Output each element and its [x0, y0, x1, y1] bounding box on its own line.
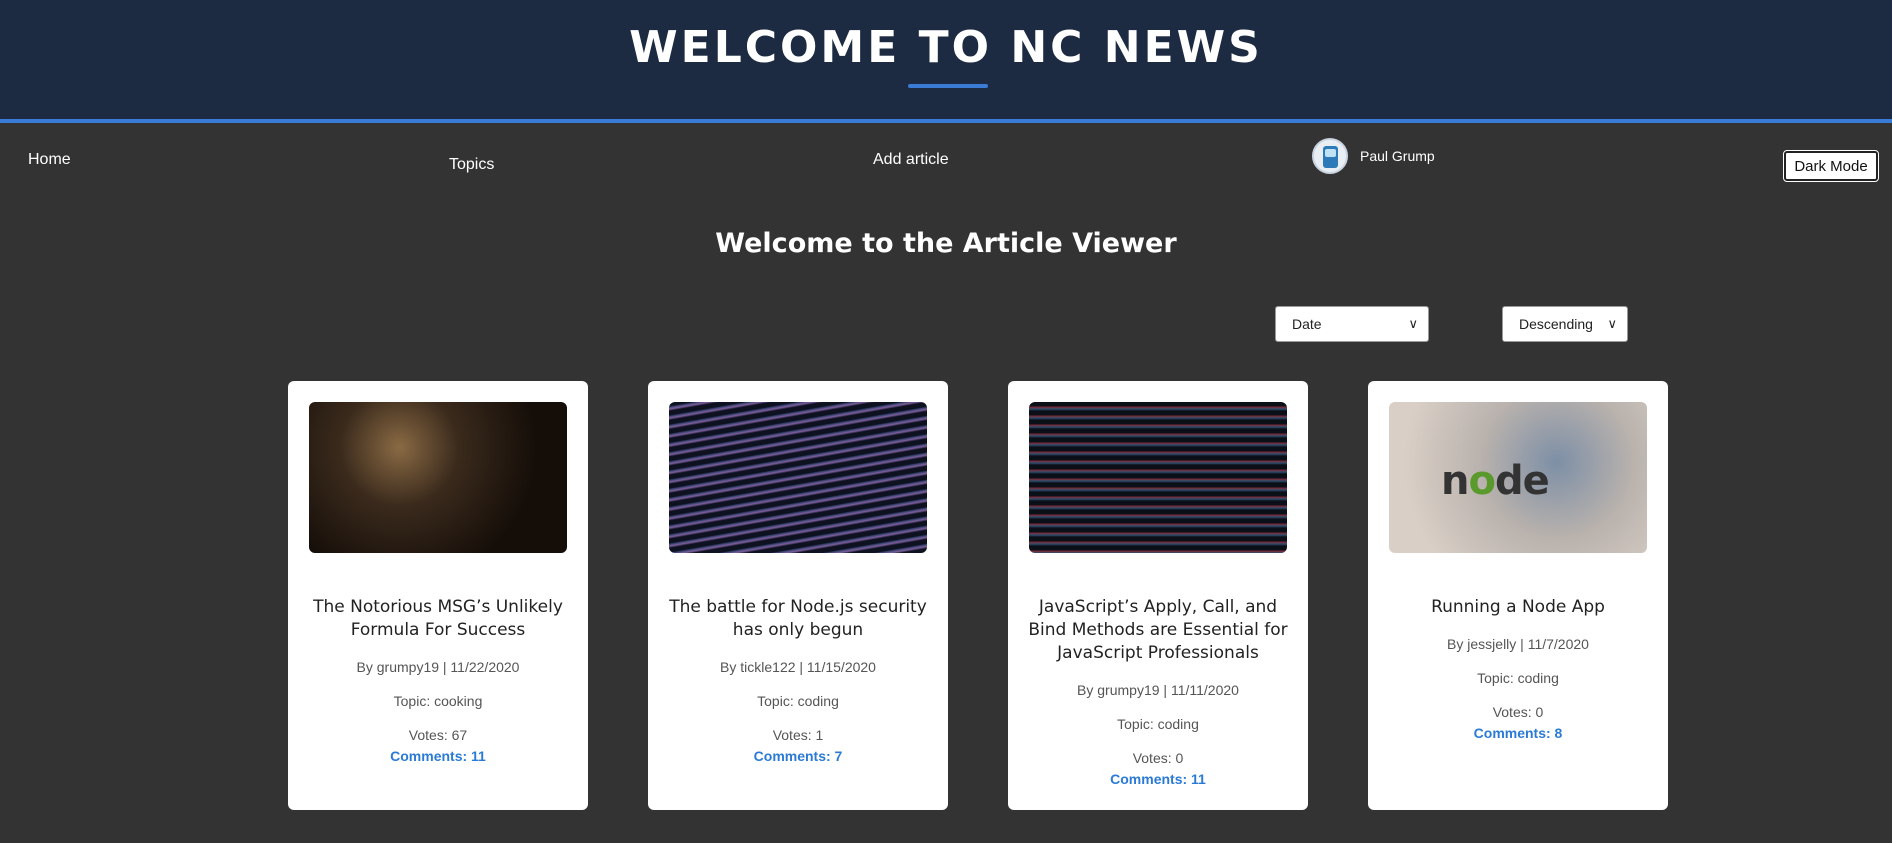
article-byline: By jessjelly | 11/7/2020: [1447, 636, 1589, 652]
nav-topics-link[interactable]: Topics: [449, 156, 494, 174]
sort-by-select[interactable]: Date ∨: [1275, 306, 1429, 342]
sort-by-value: Date: [1292, 316, 1322, 332]
article-image: [669, 402, 927, 553]
dark-mode-button[interactable]: Dark Mode: [1783, 150, 1879, 182]
article-topic: Topic: coding: [1477, 670, 1559, 686]
article-topic: Topic: coding: [1117, 716, 1199, 732]
article-comments-link[interactable]: Comments: 11: [1008, 771, 1308, 787]
nav-add-article-link[interactable]: Add article: [873, 151, 949, 169]
user-name: Paul Grump: [1360, 148, 1435, 164]
article-votes: Votes: 0: [1132, 750, 1184, 766]
article-votes: Votes: 67: [408, 727, 468, 743]
article-title[interactable]: The battle for Node.js security has only…: [664, 596, 932, 642]
article-image: [1029, 402, 1287, 553]
page-title: Welcome to the Article Viewer: [715, 228, 1177, 259]
chevron-down-icon: ∨: [1607, 316, 1617, 331]
article-card[interactable]: node Running a Node App By jessjelly | 1…: [1368, 381, 1668, 810]
article-comments-link[interactable]: Comments: 11: [288, 748, 588, 764]
article-byline: By grumpy19 | 11/11/2020: [1077, 682, 1239, 698]
article-votes: Votes: 1: [772, 727, 824, 743]
site-title: WELCOME TO NC NEWS: [629, 22, 1263, 73]
article-topic: Topic: coding: [757, 693, 839, 709]
article-byline: By grumpy19 | 11/22/2020: [356, 659, 520, 675]
article-comments-link[interactable]: Comments: 8: [1368, 725, 1668, 741]
avatar: [1312, 138, 1348, 174]
article-image: node: [1389, 402, 1647, 553]
article-comments-link[interactable]: Comments: 7: [648, 748, 948, 764]
article-image: [309, 402, 567, 553]
article-card[interactable]: The battle for Node.js security has only…: [648, 381, 948, 810]
chevron-down-icon: ∨: [1408, 316, 1418, 331]
article-card[interactable]: JavaScript’s Apply, Call, and Bind Metho…: [1008, 381, 1308, 810]
site-header: WELCOME TO NC NEWS: [0, 0, 1892, 123]
article-topic: Topic: cooking: [393, 693, 483, 709]
title-underline: [908, 84, 988, 88]
article-title[interactable]: Running a Node App: [1384, 596, 1652, 619]
nav-home-link[interactable]: Home: [28, 151, 71, 169]
article-votes: Votes: 0: [1492, 704, 1544, 720]
order-value: Descending: [1519, 316, 1593, 332]
article-title[interactable]: JavaScript’s Apply, Call, and Bind Metho…: [1024, 596, 1292, 665]
nodejs-logo-icon: node: [1441, 458, 1550, 504]
article-byline: By tickle122 | 11/15/2020: [720, 659, 876, 675]
order-select[interactable]: Descending ∨: [1502, 306, 1628, 342]
article-title[interactable]: The Notorious MSG’s Unlikely Formula For…: [304, 596, 572, 642]
article-card[interactable]: The Notorious MSG’s Unlikely Formula For…: [288, 381, 588, 810]
user-profile[interactable]: Paul Grump: [1312, 138, 1435, 174]
